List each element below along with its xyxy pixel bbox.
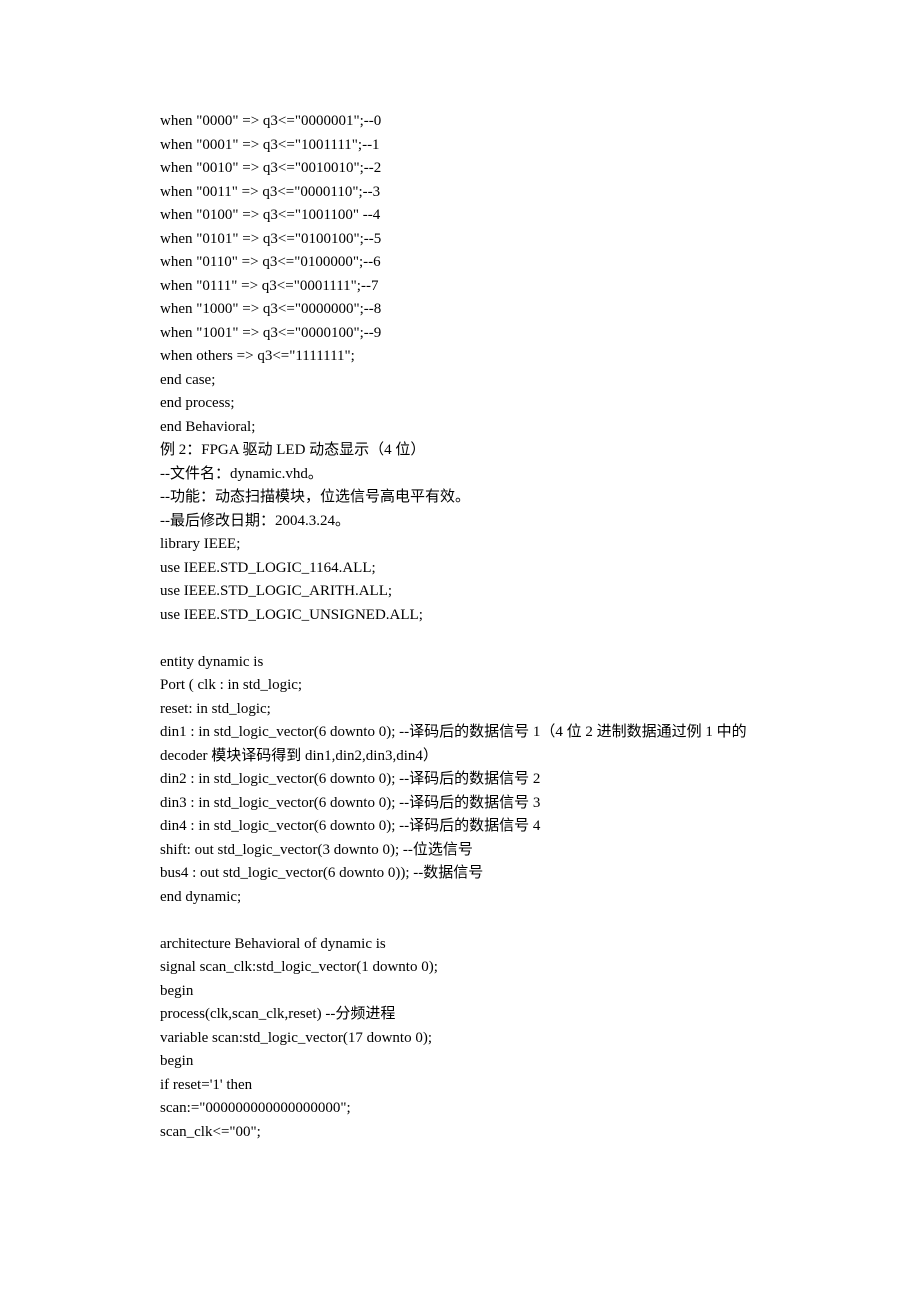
code-line: end process; — [160, 392, 760, 416]
code-line: when "0110" => q3<="0100000";--6 — [160, 251, 760, 275]
code-line: when others => q3<="1111111"; — [160, 345, 760, 369]
code-line: architecture Behavioral of dynamic is — [160, 933, 760, 957]
code-line: signal scan_clk:std_logic_vector(1 downt… — [160, 956, 760, 980]
code-line: Port ( clk : in std_logic; — [160, 674, 760, 698]
code-line: when "1001" => q3<="0000100";--9 — [160, 322, 760, 346]
code-line: use IEEE.STD_LOGIC_1164.ALL; — [160, 557, 760, 581]
code-line: din3 : in std_logic_vector(6 downto 0); … — [160, 792, 760, 816]
code-line: din2 : in std_logic_vector(6 downto 0); … — [160, 768, 760, 792]
code-line: 例 2：FPGA 驱动 LED 动态显示（4 位） — [160, 439, 760, 463]
code-line: variable scan:std_logic_vector(17 downto… — [160, 1027, 760, 1051]
code-line: scan_clk<="00"; — [160, 1121, 760, 1145]
code-line: when "0100" => q3<="1001100" --4 — [160, 204, 760, 228]
code-line: process(clk,scan_clk,reset) --分频进程 — [160, 1003, 760, 1027]
code-line: if reset='1' then — [160, 1074, 760, 1098]
code-line: begin — [160, 1050, 760, 1074]
code-line: shift: out std_logic_vector(3 downto 0);… — [160, 839, 760, 863]
code-line: entity dynamic is — [160, 651, 760, 675]
code-line: when "0011" => q3<="0000110";--3 — [160, 181, 760, 205]
code-line: when "0010" => q3<="0010010";--2 — [160, 157, 760, 181]
code-line: begin — [160, 980, 760, 1004]
code-line: use IEEE.STD_LOGIC_ARITH.ALL; — [160, 580, 760, 604]
code-line: use IEEE.STD_LOGIC_UNSIGNED.ALL; — [160, 604, 760, 628]
code-line: when "0101" => q3<="0100100";--5 — [160, 228, 760, 252]
code-line: library IEEE; — [160, 533, 760, 557]
code-line: end dynamic; — [160, 886, 760, 910]
code-line: end case; — [160, 369, 760, 393]
code-line: --文件名：dynamic.vhd。 — [160, 463, 760, 487]
code-line: din4 : in std_logic_vector(6 downto 0); … — [160, 815, 760, 839]
code-line: when "0001" => q3<="1001111";--1 — [160, 134, 760, 158]
code-line: when "0111" => q3<="0001111";--7 — [160, 275, 760, 299]
code-line: din1 : in std_logic_vector(6 downto 0); … — [160, 721, 760, 768]
code-line: --功能：动态扫描模块，位选信号高电平有效。 — [160, 486, 760, 510]
code-line: reset: in std_logic; — [160, 698, 760, 722]
code-line: when "0000" => q3<="0000001";--0 — [160, 110, 760, 134]
code-line — [160, 627, 760, 651]
code-line: end Behavioral; — [160, 416, 760, 440]
document-page: when "0000" => q3<="0000001";--0when "00… — [0, 0, 920, 1144]
code-line: scan:="000000000000000000"; — [160, 1097, 760, 1121]
code-line: bus4 : out std_logic_vector(6 downto 0))… — [160, 862, 760, 886]
code-line: --最后修改日期：2004.3.24。 — [160, 510, 760, 534]
code-line — [160, 909, 760, 933]
code-line: when "1000" => q3<="0000000";--8 — [160, 298, 760, 322]
